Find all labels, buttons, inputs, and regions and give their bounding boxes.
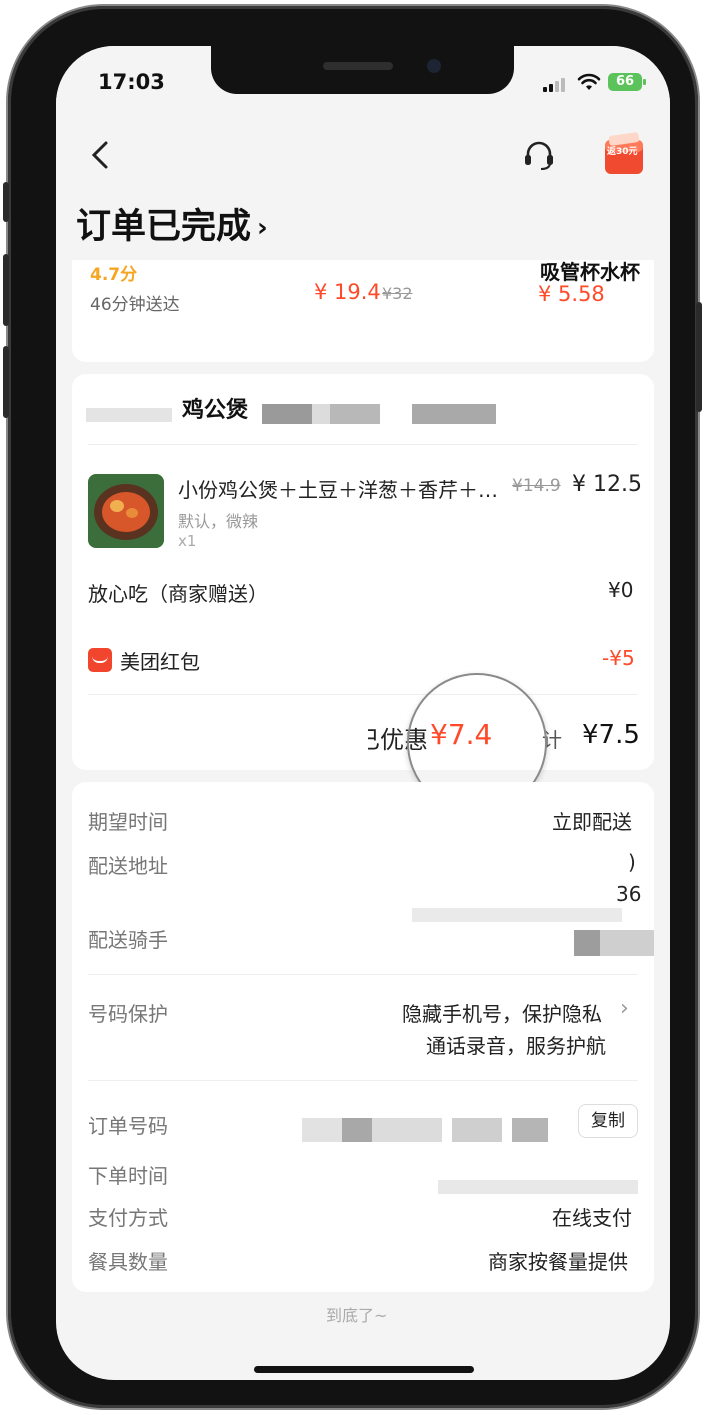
back-icon[interactable]: [90, 140, 110, 170]
privacy-label: 号码保护: [88, 1002, 168, 1026]
promo-badge-text: 返30元: [607, 147, 638, 157]
home-indicator[interactable]: [254, 1366, 474, 1373]
status-time: 17:03: [98, 70, 165, 94]
blurred-rider: [600, 930, 654, 956]
coupon-label: 美团红包: [120, 650, 200, 674]
blur-block: [372, 1118, 442, 1142]
chevron-right-icon[interactable]: ›: [620, 996, 629, 1021]
address-line2: 36: [616, 882, 642, 906]
tableware-value: 商家按餐量提供: [488, 1250, 628, 1274]
address-label: 配送地址: [88, 854, 168, 878]
copy-button[interactable]: 复制: [578, 1104, 638, 1138]
details-card: 期望时间 立即配送 配送地址 ) 36 配送骑手 号码保护 隐藏手机号，保护隐私…: [72, 782, 654, 1292]
dish-original-price: ¥14.9: [512, 476, 561, 496]
recommend-item-name: 吸管杯水杯: [540, 260, 640, 284]
tableware-label: 餐具数量: [88, 1250, 168, 1274]
divider: [88, 974, 638, 975]
dish-name: 小份鸡公煲＋土豆＋洋葱＋香芹＋…: [178, 478, 498, 502]
screen: 17:03 66 返30元 订单已完成 › 4.7分 46分钟送达 ¥ 19.4…: [56, 46, 670, 1380]
expected-time-label: 期望时间: [88, 810, 168, 834]
volume-down-button: [3, 346, 9, 418]
shop-name[interactable]: 鸡公煲: [182, 392, 248, 424]
battery-icon: 66: [608, 73, 646, 91]
camera-icon: [427, 59, 441, 73]
blurred-order-time: [438, 1180, 638, 1194]
blurred-address: [412, 908, 622, 922]
order-no-label: 订单号码: [88, 1114, 168, 1138]
page-title[interactable]: 订单已完成 ›: [76, 198, 268, 249]
mute-switch: [3, 182, 9, 222]
rider-label: 配送骑手: [88, 928, 168, 952]
blur-block: [512, 1118, 548, 1142]
notch: [211, 46, 514, 94]
order-card: 鸡公煲 小份鸡公煲＋土豆＋洋葱＋香芹＋… ¥14.9 ¥ 12.5 默认，微辣 …: [72, 374, 654, 770]
red-packet-icon: [88, 648, 112, 672]
expected-time-value: 立即配送: [552, 810, 632, 834]
divider: [88, 694, 638, 695]
blur-block: [330, 404, 380, 424]
recommend-item-price: ¥ 5.58: [538, 282, 605, 306]
privacy-line2: 通话录音，服务护航: [426, 1034, 606, 1058]
phone-frame: 17:03 66 返30元 订单已完成 › 4.7分 46分钟送达 ¥ 19.4…: [3, 6, 702, 1408]
dish-price: ¥ 12.5: [572, 472, 642, 497]
dish-thumbnail: [88, 474, 164, 548]
divider: [88, 444, 638, 445]
speaker-icon: [323, 62, 393, 70]
shop-rating: 4.7分: [90, 265, 138, 285]
blur-block: [262, 404, 312, 424]
blur-block: [412, 404, 496, 424]
free-item-value: ¥0: [608, 578, 634, 602]
dish-qty: x1: [178, 532, 197, 550]
chevron-right-icon: ›: [257, 213, 268, 243]
end-of-list-text: 到底了~: [326, 1306, 388, 1325]
blur-block: [342, 1118, 372, 1142]
promo-gift-icon[interactable]: 返30元: [603, 132, 645, 176]
free-item-label: 放心吃（商家赠送）: [88, 582, 268, 606]
recommend-card: 4.7分 46分钟送达 ¥ 19.4 ¥32 吸管杯水杯 ¥ 5.58: [72, 260, 654, 362]
recommend-price: ¥ 19.4: [314, 280, 381, 304]
payment-label: 支付方式: [88, 1206, 168, 1230]
payment-value: 在线支付: [552, 1206, 632, 1230]
recommend-old-price: ¥32: [382, 284, 413, 303]
delivery-time: 46分钟送达: [90, 295, 180, 315]
blur-block: [302, 1118, 342, 1142]
power-button: [696, 302, 702, 412]
blurred-shop-prefix: [86, 408, 172, 422]
volume-up-button: [3, 254, 9, 326]
blur-block: [452, 1118, 502, 1142]
coupon-value: -¥5: [602, 646, 635, 670]
dish-spec: 默认，微辣: [178, 512, 259, 531]
headset-icon[interactable]: [522, 140, 556, 170]
page-title-text: 订单已完成: [76, 207, 252, 247]
total-value: ¥7.5: [582, 720, 640, 750]
order-time-label: 下单时间: [88, 1164, 168, 1188]
address-line1: ): [628, 850, 636, 874]
privacy-line1[interactable]: 隐藏手机号，保护隐私: [402, 998, 602, 1027]
divider: [88, 1080, 638, 1081]
blurred-rider: [574, 930, 600, 956]
wifi-icon: [577, 73, 601, 90]
signal-icon: [543, 76, 571, 92]
